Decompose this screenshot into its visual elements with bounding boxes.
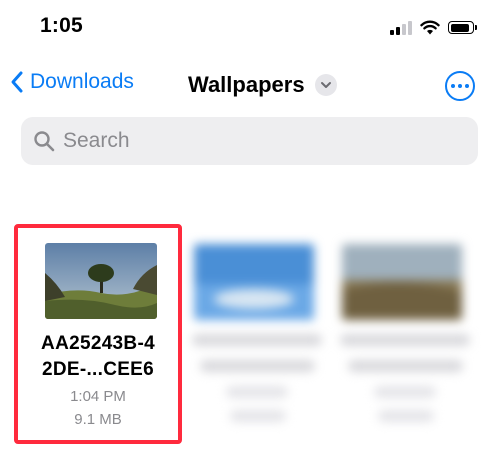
search-placeholder: Search	[63, 129, 130, 152]
cellular-signal-icon	[390, 20, 412, 35]
back-button[interactable]: Downloads	[10, 70, 134, 94]
status-bar: 1:05	[0, 0, 500, 60]
chevron-down-icon	[314, 74, 337, 96]
image-thumbnail	[194, 244, 314, 320]
folder-title-menu[interactable]: Wallpapers	[188, 72, 337, 98]
file-size: 9.1 MB	[74, 411, 122, 428]
file-name: AA25243B-4 2DE-...CEE6	[41, 333, 155, 380]
back-label: Downloads	[30, 70, 134, 93]
image-thumbnail	[45, 243, 157, 319]
battery-icon	[448, 21, 477, 34]
file-item[interactable]	[178, 224, 346, 444]
wifi-icon	[420, 20, 440, 35]
file-item[interactable]: AA25243B-4 2DE-...CEE6 1:04 PM 9.1 MB	[14, 224, 182, 444]
status-time: 1:05	[40, 14, 83, 37]
chevron-left-icon	[11, 71, 23, 93]
image-thumbnail	[342, 244, 462, 320]
status-icons	[390, 20, 477, 35]
ellipsis-circle-icon[interactable]	[445, 71, 475, 101]
file-modified-time: 1:04 PM	[70, 388, 126, 405]
search-input[interactable]: Search	[21, 117, 478, 165]
file-item[interactable]	[330, 224, 498, 444]
search-icon	[34, 131, 55, 152]
page-title: Wallpapers	[188, 72, 305, 97]
navigation-bar: Downloads Wallpapers	[0, 66, 500, 110]
